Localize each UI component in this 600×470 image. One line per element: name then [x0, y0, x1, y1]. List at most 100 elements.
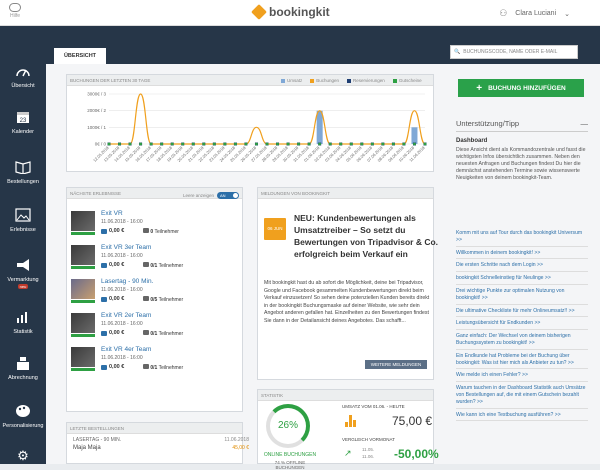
y-tick-label: 2000€ / 2: [87, 108, 106, 113]
people-icon: [143, 330, 149, 335]
news-date-badge: 06 JUN: [264, 218, 286, 240]
event-date: 11.06.2018 - 16:00: [101, 253, 143, 259]
top-bar: Hilfe bookingkit ⚇ Clara Luciani ⌄: [0, 0, 600, 26]
new-badge: neu: [17, 284, 29, 289]
help-link[interactable]: Warum tauchen in der Dashboard Statistik…: [456, 382, 588, 409]
gutscheine-point: [212, 142, 216, 146]
buchungen-line: [108, 93, 426, 145]
sidebar-item-orders[interactable]: Bestellungen: [0, 160, 46, 185]
sidebar-item-label: Vermarktung: [7, 277, 39, 283]
online-bookings-label: ONLINE BUCHUNGEN: [263, 452, 317, 458]
legend-buchungen[interactable]: Buchungen: [310, 75, 339, 86]
toggle-switch[interactable]: AN: [217, 192, 239, 199]
legend-reservierungen[interactable]: Reservierungen: [347, 75, 385, 86]
help-link[interactable]: Ein Endkunde hat Probleme bei der Buchun…: [456, 350, 588, 370]
people-icon: [143, 296, 149, 301]
event-item[interactable]: Exit VR 11.06.2018 - 16:00 0,00 € 0 Teil…: [71, 210, 251, 244]
event-participants: 0/1 Teilnehmer: [143, 364, 183, 371]
event-name[interactable]: Lasertag - 90 Min.: [101, 278, 153, 285]
legend-gutscheine[interactable]: Gutscheine: [392, 75, 422, 86]
more-news-button[interactable]: WEITERE MELDUNGEN: [365, 360, 427, 369]
sidebar-item-experiences[interactable]: Erlebnisse: [0, 208, 46, 233]
gutscheine-point: [181, 142, 185, 146]
panel-header: STATISTIK: [258, 390, 433, 401]
search-icon: 🔍: [454, 49, 461, 55]
event-price: 0,00 €: [101, 364, 124, 370]
event-name[interactable]: Exit VR 4er Team: [101, 346, 151, 353]
online-percent-gauge: 26%: [266, 404, 310, 448]
megaphone-icon: [15, 258, 31, 274]
plus-icon: +: [476, 82, 483, 94]
sidebar-item-label: Bestellungen: [7, 179, 39, 185]
event-participants: 0/1 Teilnehmer: [143, 262, 183, 269]
help-link[interactable]: Willkommen in deinem bookingkit! >>: [456, 247, 588, 260]
nav-bar: ÜBERSICHT 🔍 BUCHUNGSCODE, NAME ODER E-MA…: [46, 26, 600, 64]
compare-label: VERGLEICH VORMONAT: [342, 437, 395, 442]
event-name[interactable]: Exit VR 2er Team: [101, 312, 151, 319]
add-booking-button[interactable]: + BUCHUNG HINZUFÜGEN: [458, 79, 584, 97]
user-icon: ⚇: [499, 8, 508, 18]
event-price: 0,00 €: [101, 262, 124, 268]
tab-overview[interactable]: ÜBERSICHT: [54, 48, 106, 64]
cash-register-icon: [15, 356, 31, 372]
event-thumbnail: [71, 347, 95, 367]
legend-umsatz[interactable]: Umsatz: [281, 75, 302, 86]
search-input[interactable]: 🔍 BUCHUNGSCODE, NAME ODER E-MAIL: [450, 45, 578, 59]
sidebar-item-settings[interactable]: ⚙: [0, 448, 46, 467]
help-link[interactable]: Die ersten Schritte nach dem Login >>: [456, 259, 588, 273]
help-link[interactable]: Wie melde ich einen Fehler? >>: [456, 369, 588, 383]
toggle-label: Leere anzeigen: [182, 193, 214, 198]
gauge-icon: [15, 64, 31, 80]
sidebar-item-overview[interactable]: Übersicht: [0, 64, 46, 89]
brand-logo[interactable]: bookingkit: [251, 4, 330, 20]
help-button[interactable]: Hilfe: [4, 3, 26, 19]
sidebar-item-billing[interactable]: Abrechnung: [0, 356, 46, 381]
support-title[interactable]: Unterstützung/Tipp —: [456, 119, 588, 132]
news-body: Mit bookingkit hast du ab sofort die Mög…: [264, 280, 430, 324]
gutscheine-point: [234, 142, 237, 146]
gutscheine-point: [381, 142, 385, 146]
events-panel: NÄCHSTE ERLEBNISSE Leere anzeigen AN Exi…: [66, 187, 243, 412]
gutscheine-point: [107, 142, 111, 146]
umsatz-bar: [316, 110, 323, 144]
calendar-icon: 23: [15, 110, 31, 126]
event-thumbnail: [71, 211, 95, 231]
minus-icon: —: [580, 119, 589, 128]
gutscheine-point: [202, 142, 206, 146]
help-link[interactable]: Ganz einfach: Der Wechsel von deinem bis…: [456, 330, 588, 350]
revenue-value: 75,00 €: [392, 414, 433, 428]
event-item[interactable]: Exit VR 4er Team 11.06.2018 - 16:00 0,00…: [71, 346, 251, 380]
user-menu[interactable]: ⚇ Clara Luciani ⌄: [499, 8, 570, 19]
event-name[interactable]: Exit VR: [101, 210, 123, 217]
help-link[interactable]: Die ultimative Checkliste für mehr Onlin…: [456, 305, 588, 318]
book-icon: [15, 160, 31, 176]
gutscheine-point: [392, 142, 395, 146]
revenue-bars-icon: [345, 415, 356, 427]
search-placeholder: BUCHUNGSCODE, NAME ODER E-MAIL: [463, 49, 558, 55]
help-link[interactable]: Drei wichtige Punkte zur optimalen Nutzu…: [456, 285, 588, 305]
offline-bookings-label: 74 % OFFLINE BUCHUNGEN: [274, 460, 306, 470]
event-item[interactable]: Exit VR 2er Team 11.06.2018 - 16:00 0,00…: [71, 312, 251, 346]
show-empty-toggle[interactable]: Leere anzeigen AN: [183, 190, 239, 201]
gutscheine-point: [360, 142, 364, 146]
news-title[interactable]: NEU: Kundenbewertungen als Umsatztreiber…: [294, 212, 454, 260]
support-box: Unterstützung/Tipp — Dashboard Diese Ansi…: [456, 119, 588, 182]
sidebar-item-statistics[interactable]: Statistik: [0, 310, 46, 335]
help-link[interactable]: Wie kann ich eine Testbuchung ausführen?…: [456, 409, 588, 422]
event-thumbnail: [71, 245, 95, 265]
event-item[interactable]: Exit VR 3er Team 11.06.2018 - 16:00 0,00…: [71, 244, 251, 278]
gutscheine-point: [170, 142, 174, 146]
sidebar-item-personalization[interactable]: Personalisierung: [0, 404, 46, 429]
event-item[interactable]: Lasertag - 90 Min. 11.06.2018 - 16:00 0,…: [71, 278, 251, 312]
event-name[interactable]: Exit VR 3er Team: [101, 244, 151, 251]
order-row[interactable]: LASERTAG - 90 MIN. 11.06.2018 Maja Maja …: [73, 437, 249, 451]
trend-line-icon: ↗: [344, 448, 352, 458]
sidebar-item-marketing[interactable]: Vermarktung neu: [0, 258, 46, 290]
sidebar-item-calendar[interactable]: 23 Kalender: [0, 110, 46, 135]
statistics-panel: STATISTIK 26% ONLINE BUCHUNGEN 74 % OFFL…: [257, 389, 439, 470]
help-link[interactable]: Komm mit uns auf Tour durch das bookingk…: [456, 227, 588, 247]
y-tick-label: 3000€ / 3: [87, 92, 106, 97]
help-link[interactable]: bookingkit Schnelleinstieg für Neulinge …: [456, 272, 588, 285]
help-link[interactable]: Leistungsübersicht für Endkunden >>: [456, 317, 588, 331]
event-price: 0,00 €: [101, 228, 124, 234]
